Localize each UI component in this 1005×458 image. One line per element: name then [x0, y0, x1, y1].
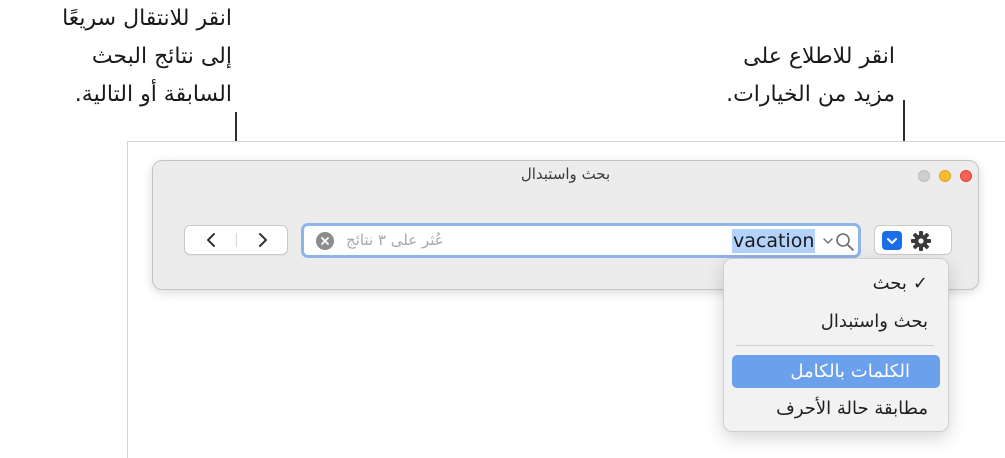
clear-search-button[interactable]: [316, 232, 334, 250]
callout-options: انقر للاطلاع على مزيد من الخيارات.: [726, 38, 895, 114]
callout-nav-line-1: انقر للانتقال سريعًا: [62, 6, 232, 31]
gear-icon: [910, 230, 932, 256]
menu-item-label: بحث: [872, 273, 907, 294]
search-options-trigger[interactable]: [822, 232, 856, 256]
menu-item-label: الكلمات بالكامل: [790, 361, 910, 382]
menu-item-find[interactable]: ✓بحث: [732, 267, 940, 300]
result-navigation: [184, 225, 288, 255]
search-field[interactable]: عُثر على ٣ نتائج vacation: [301, 223, 861, 258]
checkmark-icon: ✓: [912, 273, 928, 294]
options-button-group[interactable]: [874, 225, 952, 255]
callout-navigation: انقر للانتقال سريعًا إلى نتائج البحث الس…: [62, 0, 232, 114]
callout-options-line-1: انقر للاطلاع على: [743, 44, 895, 69]
callout-nav-line-2: إلى نتائج البحث: [91, 44, 232, 69]
menu-item-match-case[interactable]: مطابقة حالة الأحرف: [732, 392, 940, 425]
title-bar: بحث واستبدال: [153, 161, 978, 189]
callout-nav-line-3: السابقة أو التالية.: [74, 82, 232, 107]
search-options-menu: ✓بحث بحث واستبدال الكلمات بالكامل مطابقة…: [723, 258, 949, 432]
chevron-down-icon: [887, 237, 897, 244]
previous-result-button[interactable]: [185, 226, 236, 254]
chevron-right-icon: [258, 233, 267, 247]
result-count: عُثر على ٣ نتائج: [346, 231, 444, 249]
menu-item-label: مطابقة حالة الأحرف: [776, 398, 928, 419]
menu-item-whole-words[interactable]: الكلمات بالكامل: [732, 355, 940, 388]
chevron-left-icon: [206, 233, 215, 247]
callout-options-line-2: مزيد من الخيارات.: [726, 82, 895, 107]
menu-item-label: بحث واستبدال: [820, 311, 928, 332]
search-icon: [823, 233, 854, 251]
window-title: بحث واستبدال: [520, 165, 611, 183]
minimize-button[interactable]: [939, 170, 951, 182]
close-button[interactable]: [960, 170, 972, 182]
menu-separator: [736, 345, 934, 346]
next-result-button[interactable]: [237, 226, 288, 254]
menu-item-find-replace[interactable]: بحث واستبدال: [732, 305, 940, 338]
close-icon: [321, 237, 329, 245]
search-query[interactable]: vacation: [732, 229, 816, 253]
zoom-button[interactable]: [918, 170, 930, 182]
options-dropdown-button[interactable]: [882, 231, 902, 250]
